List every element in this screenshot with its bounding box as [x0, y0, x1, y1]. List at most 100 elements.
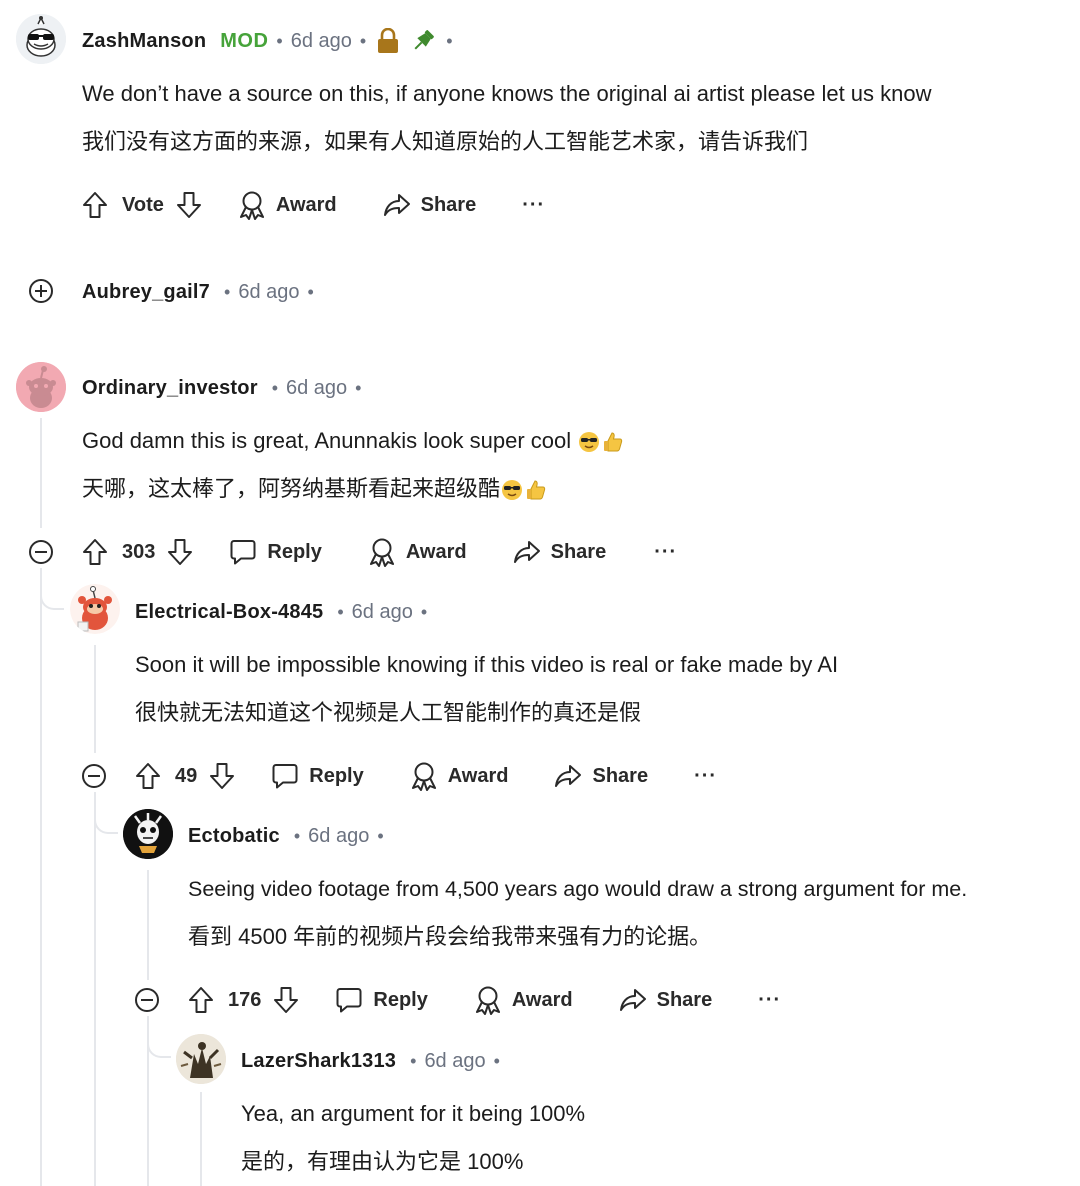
collapse-button[interactable]	[29, 540, 53, 564]
comment-timestamp[interactable]: 6d ago	[238, 281, 299, 304]
comment-body-en-line: God damn this is great, Anunnakis look s…	[82, 427, 625, 455]
comment-timestamp[interactable]: 6d ago	[308, 825, 369, 848]
upvote-button[interactable]	[82, 191, 108, 219]
award-button[interactable]: Award	[410, 761, 508, 791]
emoji-cool-icon	[500, 478, 524, 502]
award-icon	[475, 986, 500, 1015]
share-button[interactable]: Share	[383, 193, 477, 217]
downvote-icon	[210, 763, 235, 789]
vote-label: Vote	[122, 193, 164, 216]
more-options-button[interactable]: ···	[758, 989, 781, 1012]
thread-branch-ectobatic	[94, 812, 118, 834]
more-options-button[interactable]: ···	[694, 765, 717, 788]
vote-count: 49	[175, 764, 198, 787]
upvote-button[interactable]	[188, 986, 214, 1014]
meta-separator: •	[293, 825, 301, 846]
downvote-button[interactable]	[209, 762, 235, 790]
avatar-electrical-box[interactable]	[70, 584, 120, 634]
meta-separator: •	[359, 30, 367, 51]
username-link[interactable]: Aubrey_gail7	[82, 281, 210, 304]
thread-line-level-1[interactable]	[94, 645, 96, 753]
avatar-lazershark[interactable]	[176, 1034, 226, 1084]
thread-branch-lazershark	[147, 1036, 171, 1058]
avatar-ordinary-investor[interactable]	[16, 362, 66, 412]
share-button[interactable]: Share	[513, 540, 607, 564]
reply-button[interactable]: Reply	[229, 538, 322, 566]
more-options-button[interactable]: ···	[522, 194, 545, 217]
award-icon	[369, 538, 394, 567]
comment-header-ectobatic: Ectobatic • 6d ago •	[188, 822, 392, 850]
reply-button[interactable]: Reply	[271, 762, 364, 790]
thumbs-up-icon	[601, 430, 625, 454]
upvote-button[interactable]	[82, 538, 108, 566]
meta-separator: •	[377, 825, 384, 846]
downvote-icon	[168, 539, 193, 565]
share-label: Share	[592, 764, 649, 787]
comment-timestamp[interactable]: 6d ago	[291, 30, 352, 53]
upvote-icon	[189, 987, 213, 1013]
more-options-button[interactable]: ···	[654, 541, 677, 564]
minus-icon	[141, 999, 153, 1001]
avatar-ectobatic[interactable]	[123, 809, 173, 859]
collapse-button[interactable]	[82, 764, 106, 788]
meta-separator: •	[355, 377, 362, 398]
expand-button[interactable]	[29, 279, 53, 303]
comment-body-zh: 看到 4500 年前的视频片段会给我带来强有力的论据。	[188, 924, 712, 949]
comment-timestamp[interactable]: 6d ago	[424, 1050, 485, 1073]
username-link[interactable]: LazerShark1313	[241, 1050, 396, 1073]
pin-icon	[410, 28, 436, 54]
comment-timestamp[interactable]: 6d ago	[352, 601, 413, 624]
comment-actions: 303 Reply Award Share ···	[82, 534, 677, 570]
username-link[interactable]: Electrical-Box-4845	[135, 601, 323, 624]
share-label: Share	[550, 540, 607, 563]
comment-header-ordinary: Ordinary_investor • 6d ago •	[82, 374, 369, 402]
username-link[interactable]: Ordinary_investor	[82, 377, 258, 400]
upvote-icon	[83, 192, 107, 218]
emoji-cool-icon	[577, 430, 601, 454]
share-button[interactable]: Share	[554, 764, 648, 788]
comment-body-en: God damn this is great, Anunnakis look s…	[82, 428, 572, 453]
downvote-button[interactable]	[273, 986, 299, 1014]
comment-timestamp[interactable]: 6d ago	[286, 377, 347, 400]
award-label: Award	[275, 193, 337, 216]
comment-body-en: We don’t have a source on this, if anyon…	[82, 81, 932, 106]
downvote-button[interactable]	[176, 191, 202, 219]
thread-line-level-0-lower[interactable]	[40, 568, 42, 1186]
thread-branch-electrical-box	[40, 588, 64, 610]
minus-icon	[88, 775, 100, 777]
thread-line-level-0[interactable]	[40, 418, 42, 528]
username-link[interactable]: Ectobatic	[188, 825, 280, 848]
share-icon	[383, 194, 410, 216]
upvote-icon	[83, 539, 107, 565]
meta-separator: •	[276, 30, 283, 51]
plus-icon	[35, 285, 47, 297]
award-button[interactable]: Award	[368, 537, 467, 567]
share-label: Share	[420, 193, 477, 216]
thread-line-level-1-lower[interactable]	[94, 792, 96, 1186]
reply-icon	[336, 988, 362, 1013]
comment-body-zh-line: 天哪，这太棒了，阿努纳基斯看起来超级酷	[82, 475, 548, 503]
avatar-zashmanson[interactable]	[16, 14, 66, 64]
vote-count: 303	[122, 540, 156, 563]
meta-separator: •	[271, 377, 278, 398]
award-button[interactable]: Award	[238, 190, 337, 220]
comment-body-zh: 我们没有这方面的来源，如果有人知道原始的人工智能艺术家，请告诉我们	[82, 129, 809, 154]
downvote-icon	[176, 192, 201, 218]
upvote-button[interactable]	[135, 762, 161, 790]
username-link[interactable]: ZashManson	[82, 30, 206, 53]
thread-line-level-3[interactable]	[200, 1092, 202, 1186]
share-button[interactable]: Share	[619, 988, 712, 1012]
reply-button[interactable]: Reply	[335, 986, 428, 1014]
comment-body-en: Yea, an argument for it being 100%	[241, 1101, 586, 1126]
downvote-button[interactable]	[167, 538, 193, 566]
comment-body-zh: 天哪，这太棒了，阿努纳基斯看起来超级酷	[82, 476, 501, 501]
award-button[interactable]: Award	[474, 985, 573, 1015]
comment-body-zh: 是的，有理由认为它是 100%	[241, 1149, 524, 1174]
meta-separator: •	[337, 601, 344, 622]
reply-icon	[230, 540, 256, 565]
collapse-button[interactable]	[135, 988, 159, 1012]
award-label: Award	[511, 988, 573, 1011]
thread-line-level-2[interactable]	[147, 870, 149, 980]
meta-separator: •	[446, 30, 453, 51]
comment-actions: 176 Reply Award Share ···	[188, 982, 781, 1018]
